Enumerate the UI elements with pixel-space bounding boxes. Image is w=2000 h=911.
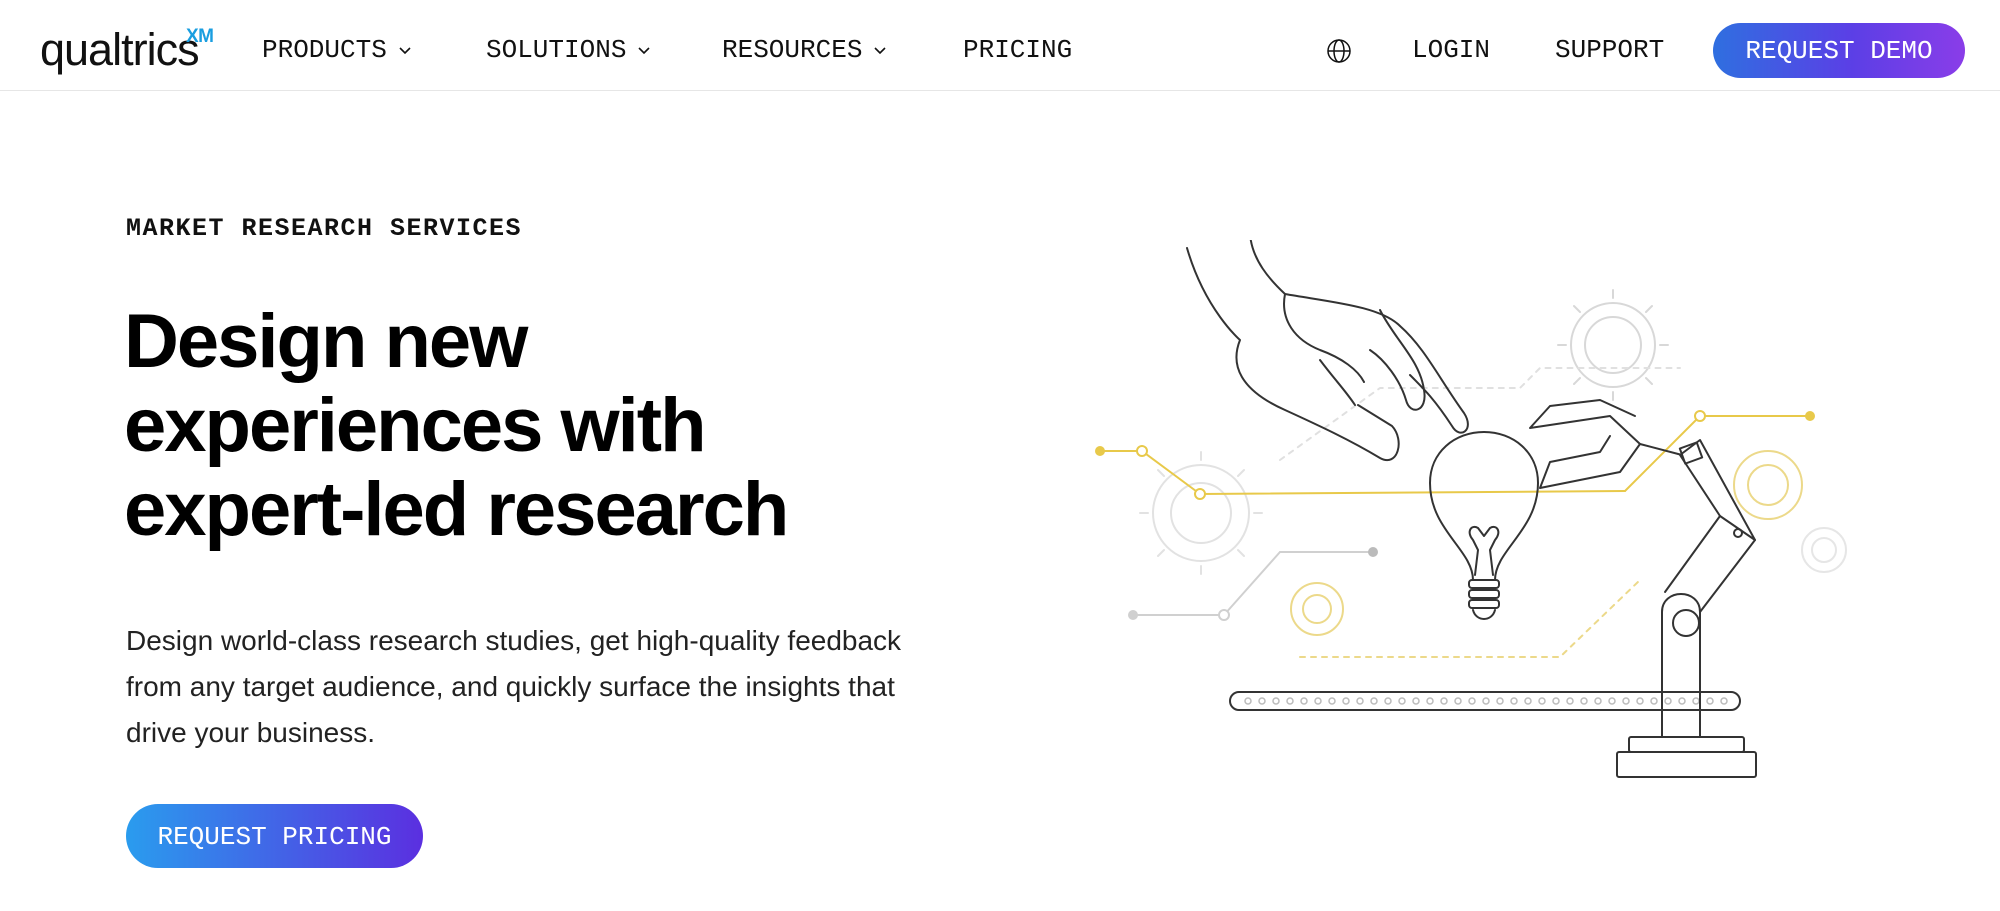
hero-eyebrow: MARKET RESEARCH SERVICES [126,214,523,243]
description-line-1: Design world-class research studies, get… [126,625,902,656]
gear-icon [1801,527,1847,573]
description-line-3: drive your business. [126,717,376,748]
request-pricing-button[interactable]: REQUEST PRICING [126,804,423,868]
lightbulb-icon [1429,431,1539,620]
logo-wordmark: qualtrics [40,24,200,75]
nav-solutions-label: SOLUTIONS [486,35,627,65]
hero-description: Design world-class research studies, get… [126,618,956,756]
nav-solutions[interactable]: SOLUTIONS [486,30,652,70]
hero-illustration [1095,240,1847,778]
hand-illustration [1186,240,1469,461]
globe-icon[interactable] [1326,38,1352,64]
hero-headline: Design new experiences with expert-led r… [124,300,1024,552]
headline-line-1: Design new [124,299,528,384]
gear-icon [1557,289,1669,401]
login-label: LOGIN [1412,35,1491,65]
top-navigation: qualtrics XM PRODUCTS SOLUTIONS RESOURCE… [0,0,2000,91]
nav-pricing[interactable]: PRICING [963,30,1072,70]
nav-pricing-label: PRICING [963,35,1073,65]
robot-arm-illustration [1529,399,1757,778]
gear-icon [1139,451,1263,575]
support-label: SUPPORT [1555,35,1665,65]
description-line-2: from any target audience, and quickly su… [126,671,895,702]
nav-resources[interactable]: RESOURCES [722,30,888,70]
headline-line-3: expert-led research [124,467,789,552]
chevron-down-icon [874,47,887,55]
support-link[interactable]: SUPPORT [1555,30,1664,70]
nav-products[interactable]: PRODUCTS [262,30,413,70]
request-demo-button[interactable]: REQUEST DEMO [1713,23,1965,78]
gear-icon [1290,450,1803,636]
logo-xm-mark: XM [186,26,214,47]
conveyor-belt [1229,691,1741,711]
nav-resources-label: RESOURCES [722,35,863,65]
headline-line-2: experiences with [124,383,706,468]
nav-products-label: PRODUCTS [262,35,387,65]
chevron-down-icon [399,47,411,55]
login-link[interactable]: LOGIN [1412,30,1490,70]
chevron-down-icon [638,47,651,55]
